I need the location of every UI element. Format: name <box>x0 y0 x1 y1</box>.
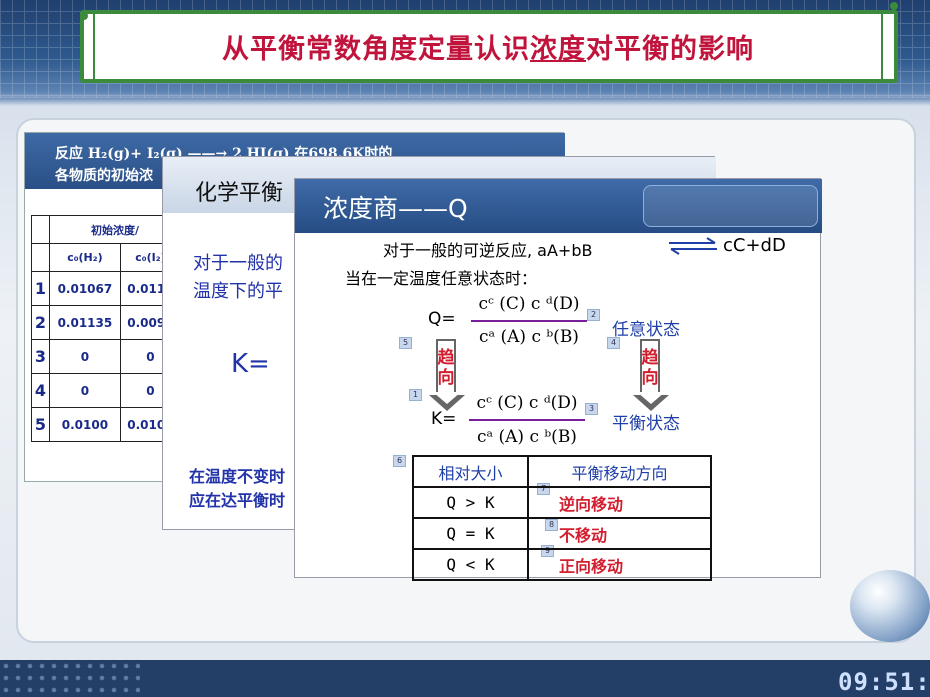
slide-2-body-line1: 对于一般的 <box>193 253 283 274</box>
animation-badge: 3 <box>585 403 598 415</box>
table-row: Q > K 逆向移动 <box>412 486 712 519</box>
slide-2-foot-line2: 应在达平衡时 <box>189 491 286 510</box>
slide-2-k-label: K= <box>231 349 270 379</box>
q-label: Q= <box>428 309 456 329</box>
decorative-sphere <box>850 570 930 642</box>
slide-2-body-line2: 温度下的平 <box>193 281 283 302</box>
table-row: 5 0.0100 0.0100 <box>31 407 182 442</box>
banner-gradient-edge <box>0 98 930 106</box>
bottom-dot-pattern <box>0 660 140 697</box>
title-highlight: 浓度 <box>530 34 586 65</box>
equilibrium-arrows-icon <box>667 237 719 255</box>
intro-line2: 当在一定温度任意状态时： <box>345 269 538 288</box>
title-corner-dot <box>80 12 88 20</box>
table-group-header: 初始浓度/ <box>49 215 181 244</box>
animation-badge: 1 <box>409 389 422 401</box>
animation-badge: 4 <box>607 337 620 349</box>
table-row: Q < K 正向移动 <box>412 548 712 581</box>
table-row: 1 0.01067 0.0119 <box>31 271 182 306</box>
page-title: 从平衡常数角度定量认识浓度对平衡的影响 <box>222 27 754 66</box>
k-fraction-line <box>469 419 585 421</box>
title-prefix: 从平衡常数角度定量认识 <box>222 34 530 65</box>
arrow-down-icon: 趋向 <box>633 339 669 411</box>
eq-state-label: 平衡状态 <box>612 414 680 434</box>
table-row: 2 0.01135 0.0090 <box>31 305 182 340</box>
animation-badge: 5 <box>399 337 412 349</box>
slide-1-table: 初始浓度/ c₀(H₂) c₀(I₂) 1 0.01067 0.0119 2 0.011… <box>31 215 182 442</box>
slide-1-header-line2: 各物质的初始浓 <box>55 168 153 184</box>
table-row: Q = K 不移动 <box>412 517 712 550</box>
clock-display: 09:51:14 <box>838 668 930 696</box>
animation-badge: 2 <box>587 309 600 321</box>
slide-3: 浓度商——Q 对于一般的可逆反应, aA+bB cC+dD 当在一定温度任意状态… <box>294 178 822 581</box>
title-corner-dot <box>890 2 898 10</box>
table-row: 400 <box>31 373 182 408</box>
direction-header: 平衡移动方向 <box>527 455 712 488</box>
table-row: 300 <box>31 339 182 374</box>
q-fraction-line <box>471 320 587 322</box>
relation-header: 相对大小 <box>412 455 529 488</box>
intro-equation-right: cC+dD <box>723 235 786 256</box>
slide-2-foot-line1: 在温度不变时 <box>189 467 286 486</box>
k-label: K= <box>431 409 457 429</box>
intro-line1: 对于一般的可逆反应, aA+bB <box>383 241 593 260</box>
title-inner: 从平衡常数角度定量认识浓度对平衡的影响 <box>93 14 883 79</box>
k-denominator: cᵃ (A) c ᵇ(B) <box>477 427 577 447</box>
k-numerator: cᶜ (C) c ᵈ(D) <box>476 393 578 413</box>
q-numerator: cᶜ (C) c ᵈ(D) <box>478 294 580 314</box>
col-header: c₀(H₂) <box>49 243 121 272</box>
slide-3-header-decoration <box>643 185 818 227</box>
title-suffix: 对平衡的影响 <box>586 34 754 65</box>
title-box: 从平衡常数角度定量认识浓度对平衡的影响 <box>80 10 898 83</box>
any-state-label: 任意状态 <box>612 320 680 340</box>
animation-badge: 6 <box>393 455 406 467</box>
slide-3-title: 浓度商——Q <box>323 194 468 223</box>
arrow-down-icon: 趋向 <box>429 339 465 411</box>
relation-table: 相对大小 平衡移动方向 Q > K 逆向移动 Q = K 不移动 Q < K 正向移动 <box>412 455 712 581</box>
q-denominator: cᵃ (A) c ᵇ(B) <box>479 327 579 347</box>
slide-2-title: 化学平衡 <box>195 181 284 206</box>
